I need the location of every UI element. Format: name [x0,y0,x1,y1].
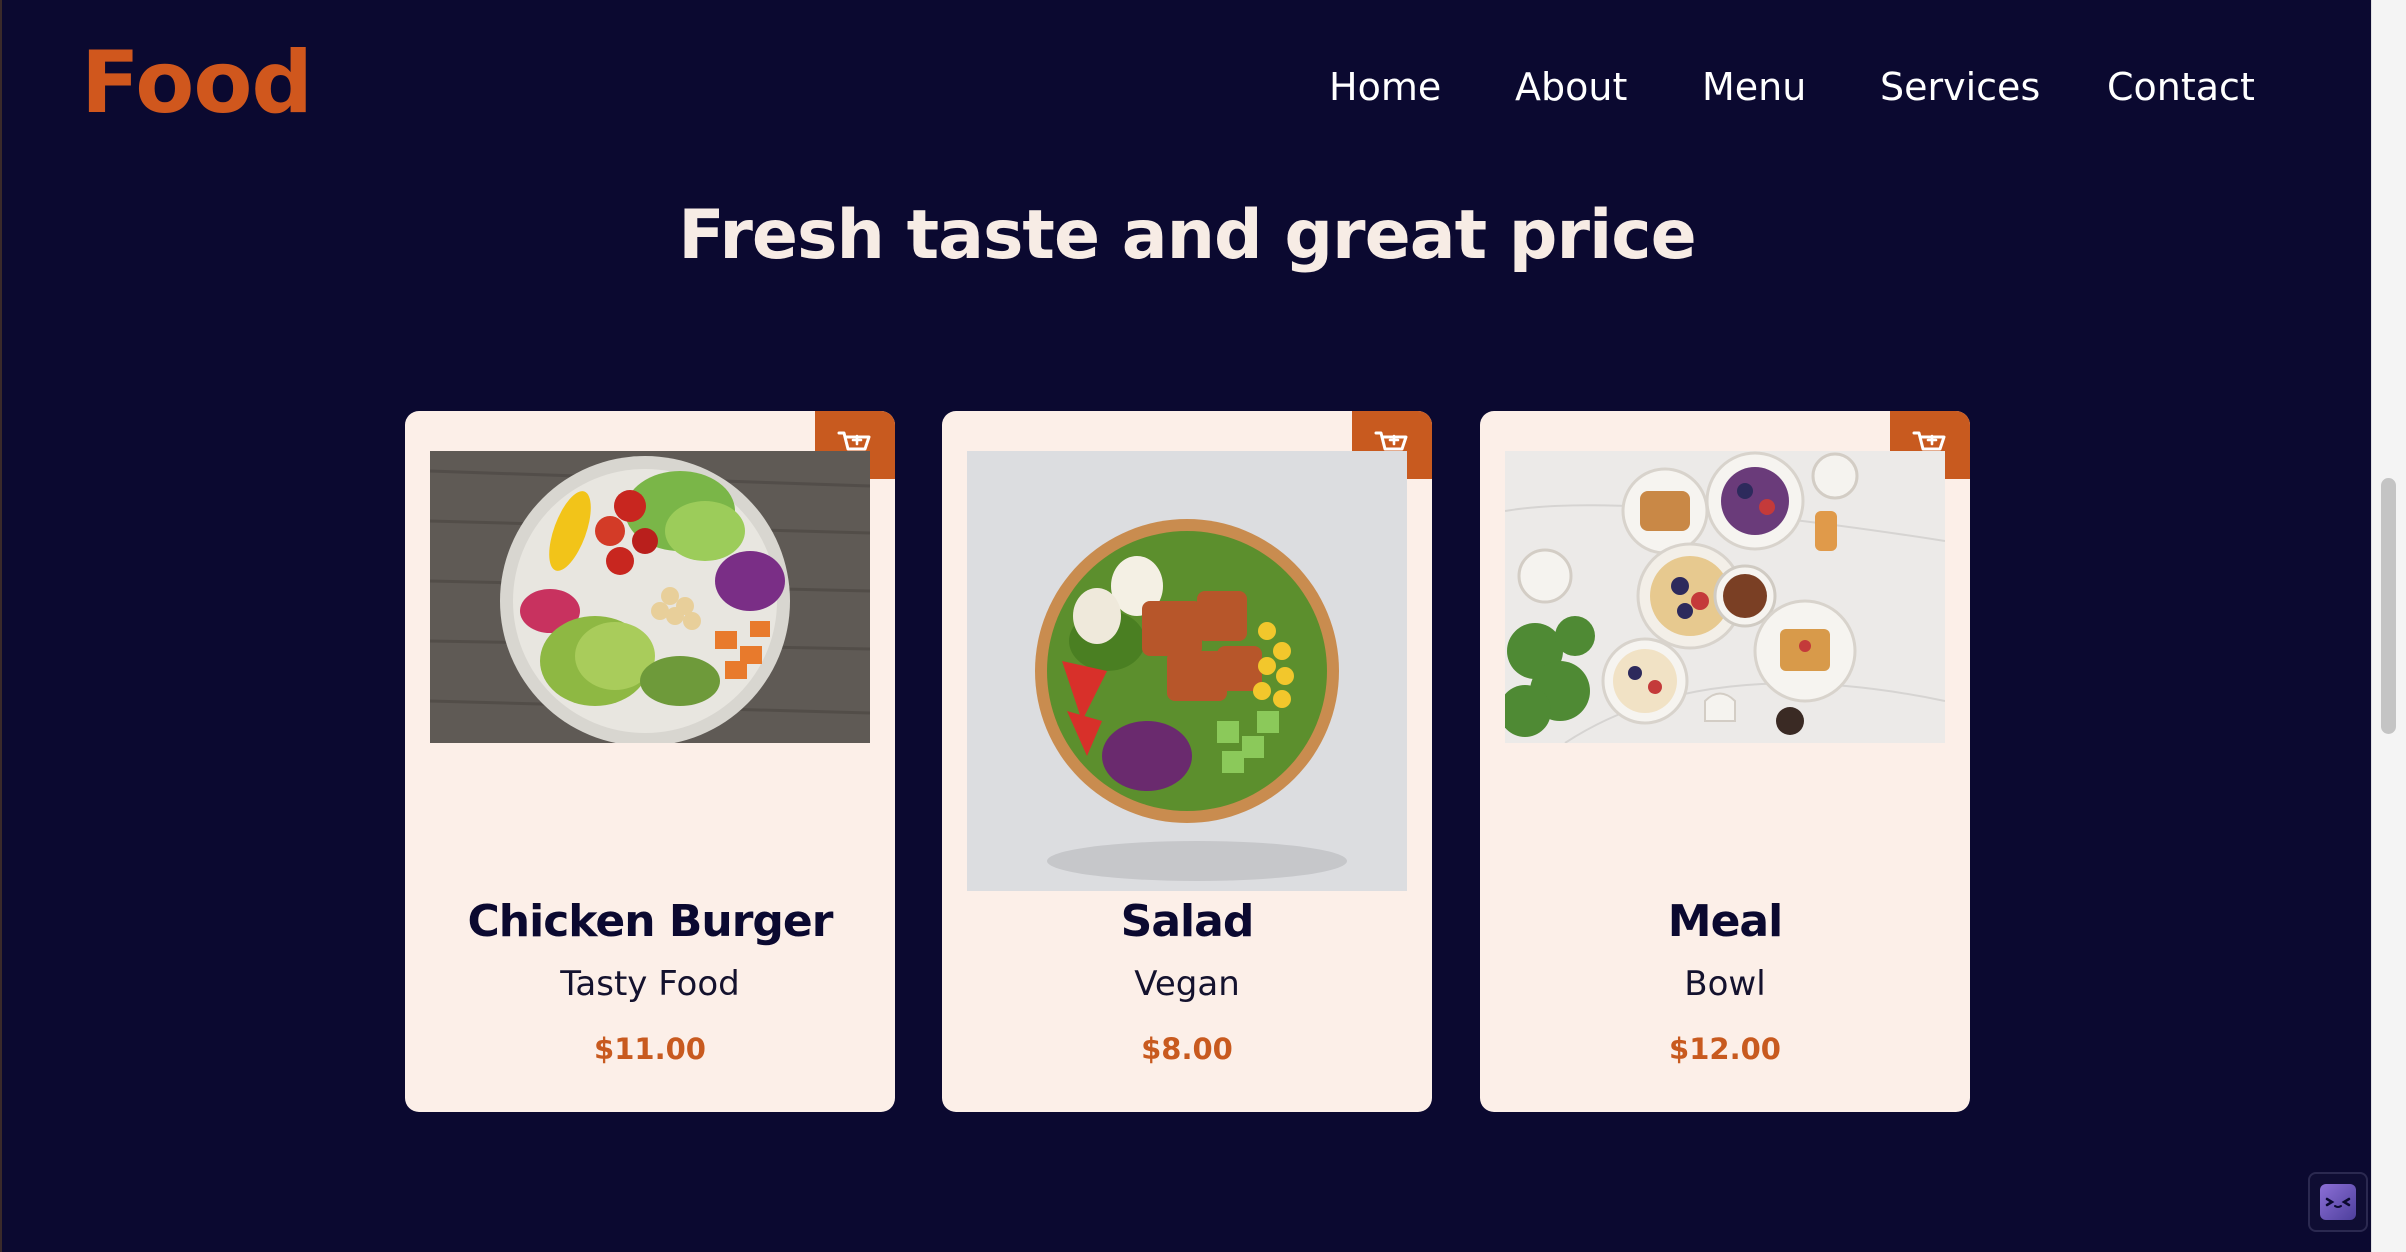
card-subtitle: Vegan [1134,964,1240,1004]
salad-bowl-photo [967,451,1407,891]
card-subtitle: Bowl [1684,964,1766,1004]
breakfast-table-photo [1505,451,1945,743]
card-price: $11.00 [594,1032,706,1066]
chat-widget-icon [2320,1184,2356,1220]
main-nav: Home About Menu Services Contact [0,62,2406,112]
card-title: Salad [1120,896,1255,947]
page: Food Home About Menu Services Contact Fr… [0,0,2406,1252]
veggie-bowl-photo [430,451,870,743]
card-price: $8.00 [1141,1032,1233,1066]
window-edge [0,0,2,1252]
menu-card-chicken-burger: Chicken Burger Tasty Food $11.00 [405,411,895,1112]
card-title: Meal [1667,896,1783,947]
nav-menu[interactable]: Menu [1702,62,1806,112]
nav-about[interactable]: About [1515,62,1627,112]
card-title: Chicken Burger [467,896,834,947]
nav-home[interactable]: Home [1329,62,1441,112]
nav-contact[interactable]: Contact [2107,62,2255,112]
nav-services[interactable]: Services [1880,62,2040,112]
card-price: $12.00 [1669,1032,1781,1066]
menu-card-salad: Salad Vegan $8.00 [942,411,1432,1112]
chat-widget-button[interactable] [2308,1172,2368,1232]
card-subtitle: Tasty Food [560,964,740,1004]
scrollbar-thumb[interactable] [2381,478,2396,734]
page-scrollbar[interactable] [2371,0,2406,1252]
menu-card-meal: Meal Bowl $12.00 [1480,411,1970,1112]
hero-title: Fresh taste and great price [678,196,1696,275]
